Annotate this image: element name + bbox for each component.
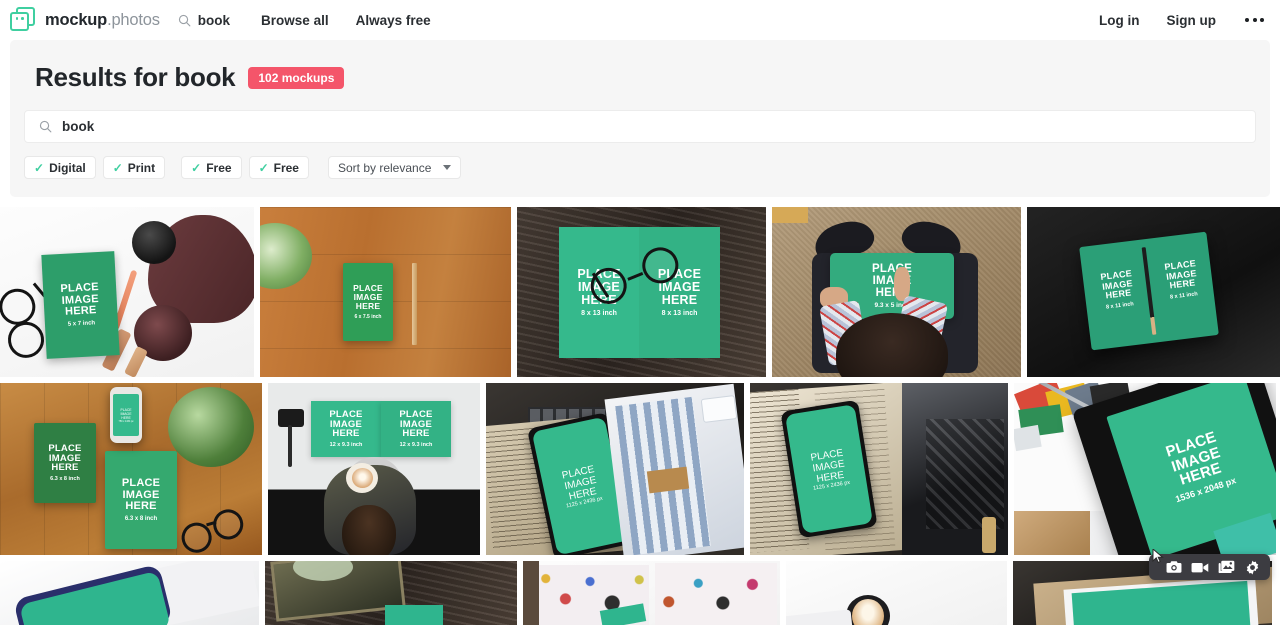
placeholder-dimensions: 8 x 11 inch bbox=[1169, 290, 1199, 301]
filter-chip-label: Free bbox=[206, 160, 232, 175]
mockup-grid-row: PLACE IMAGE HERE 6.3 x 8 inch PLACE IMAG… bbox=[0, 383, 1280, 555]
camera-icon bbox=[1166, 561, 1182, 573]
header-search[interactable]: book bbox=[178, 13, 230, 28]
mockup-phone: PLACE IMAGE HERE 750 x 1334 px bbox=[110, 387, 142, 443]
placeholder-text: PLACE IMAGE HERE bbox=[60, 281, 100, 319]
placeholder-text: PLACE IMAGE HERE bbox=[121, 477, 161, 513]
record-video-button[interactable] bbox=[1189, 557, 1211, 577]
results-count-badge: 102 mockups bbox=[248, 66, 345, 89]
placeholder-dimensions: 8 x 11 inch bbox=[1105, 300, 1135, 311]
filter-chip-label: Digital bbox=[49, 160, 86, 175]
mockup-card-latte-and-tablet[interactable] bbox=[786, 561, 1007, 625]
mockup-placeholder: PLACE IMAGE HERE 8 x 11 inch bbox=[1148, 238, 1215, 322]
filter-chip-free-1[interactable]: ✓ Free bbox=[181, 156, 242, 179]
sort-select-label: Sort by relevance bbox=[337, 160, 432, 175]
placeholder-dimensions: 12 x 9.3 inch bbox=[399, 442, 433, 449]
mockup-grid-row: PLACE IMAGE HERE 5 x 7 inch PLACE IMAGE … bbox=[0, 207, 1280, 377]
mockup-card-terrarium-book[interactable] bbox=[265, 561, 517, 625]
chevron-down-icon bbox=[443, 165, 452, 170]
more-horizontal-icon[interactable] bbox=[1243, 14, 1266, 26]
filter-chip-free-2[interactable]: ✓ Free bbox=[248, 156, 309, 179]
placeholder-text: PLACE IMAGE HERE bbox=[48, 442, 82, 474]
placeholder-dimensions: 8 x 13 inch bbox=[581, 310, 617, 318]
placeholder-text: PLACE IMAGE HERE bbox=[353, 283, 383, 311]
mockup-card-open-book-pencil-dark[interactable]: PLACE IMAGE HERE 8 x 11 inch PLACE IMAGE… bbox=[1027, 207, 1280, 377]
placeholder-dimensions: 6.3 x 8 inch bbox=[124, 515, 158, 522]
mockup-grid-row bbox=[0, 561, 1280, 625]
results-panel: Results for book 102 mockups book ✓ Digi… bbox=[10, 40, 1270, 197]
placeholder-dimensions: 12 x 9.3 inch bbox=[329, 442, 363, 449]
site-header: mockup.photos book Browse all Always fre… bbox=[0, 0, 1280, 40]
filter-chip-print[interactable]: ✓ Print bbox=[102, 156, 166, 179]
search-input[interactable]: book bbox=[24, 110, 1256, 143]
images-icon bbox=[1218, 560, 1234, 574]
mockup-card-child-reading-book-carpet[interactable]: PLACE IMAGE HERE 9.3 x 5 inch bbox=[772, 207, 1021, 377]
nav-link-always-free[interactable]: Always free bbox=[356, 13, 431, 28]
floating-toolbar[interactable] bbox=[1149, 549, 1270, 580]
header-right-actions: Log in Sign up bbox=[1099, 13, 1266, 28]
check-icon: ✓ bbox=[34, 160, 45, 175]
placeholder-dimensions: 5 x 7 inch bbox=[67, 320, 96, 328]
placeholder-text: PLACE IMAGE HERE bbox=[1099, 268, 1134, 301]
check-icon: ✓ bbox=[258, 160, 269, 175]
check-icon: ✓ bbox=[112, 160, 123, 175]
filter-chip-label: Free bbox=[273, 160, 299, 175]
mockup-placeholder: PLACE IMAGE HERE 12 x 9.3 inch bbox=[381, 401, 451, 457]
mockup-grid: PLACE IMAGE HERE 5 x 7 inch PLACE IMAGE … bbox=[0, 207, 1280, 625]
cursor-arrow-icon bbox=[1152, 549, 1164, 563]
filter-bar: ✓ Digital ✓ Print ✓ Free ✓ Free Sort by … bbox=[24, 156, 1256, 179]
placeholder-dimensions: 6 x 7.5 inch bbox=[354, 313, 382, 320]
placeholder-dimensions: 6.3 x 8 inch bbox=[50, 476, 80, 483]
mockup-card-phone-on-open-book-desk[interactable]: PLACE IMAGE HERE 1125 x 2436 px bbox=[486, 383, 744, 555]
mockup-card-phone-on-papers[interactable] bbox=[0, 561, 259, 625]
gear-icon bbox=[1246, 560, 1258, 574]
logo-text: mockup.photos bbox=[45, 11, 160, 30]
screenshot-button[interactable] bbox=[1163, 557, 1185, 577]
placeholder-text: PLACE IMAGE HERE bbox=[120, 407, 132, 420]
logo-text-light: .photos bbox=[107, 10, 160, 29]
mockup-card-tablet-on-open-book[interactable]: PLACE IMAGE HERE 1536 x 2048 px bbox=[1014, 383, 1276, 555]
mockup-placeholder: PLACE IMAGE HERE 6.3 x 8 inch bbox=[34, 423, 96, 503]
logo-frames-icon bbox=[10, 7, 36, 33]
mockup-card-phone-on-book-pages[interactable]: PLACE IMAGE HERE 1125 x 2436 px bbox=[750, 383, 1008, 555]
gallery-button[interactable] bbox=[1215, 557, 1237, 577]
mockup-card-magazine-spread-coffee-overhead[interactable]: PLACE IMAGE HERE 12 x 9.3 inch PLACE IMA… bbox=[268, 383, 480, 555]
nav-link-browse-all[interactable]: Browse all bbox=[261, 13, 329, 28]
filter-chip-digital[interactable]: ✓ Digital bbox=[24, 156, 96, 179]
mockup-card-notebook-wood-plant[interactable]: PLACE IMAGE HERE 6 x 7.5 inch bbox=[260, 207, 511, 377]
placeholder-text: PLACE IMAGE HERE bbox=[399, 408, 433, 440]
placeholder-text: PLACE IMAGE HERE bbox=[1163, 258, 1198, 291]
check-icon: ✓ bbox=[191, 160, 202, 175]
mockup-card-two-books-phone-wood[interactable]: PLACE IMAGE HERE 6.3 x 8 inch PLACE IMAG… bbox=[0, 383, 262, 555]
settings-button[interactable] bbox=[1241, 557, 1263, 577]
mockup-card-open-book-glasses-rustic[interactable]: PLACE IMAGE HERE 8 x 13 inch PLACE IMAGE… bbox=[517, 207, 766, 377]
search-icon bbox=[39, 120, 52, 133]
mockup-placeholder: PLACE IMAGE HERE 6 x 7.5 inch bbox=[343, 263, 393, 341]
mockup-card-notebook-flatlay-beanie[interactable]: PLACE IMAGE HERE 5 x 7 inch bbox=[0, 207, 254, 377]
placeholder-text: PLACE IMAGE HERE bbox=[809, 447, 846, 485]
search-icon bbox=[178, 14, 191, 27]
placeholder-dimensions: 750 x 1334 px bbox=[118, 419, 134, 423]
placeholder-text: PLACE IMAGE HERE bbox=[329, 408, 363, 440]
logo[interactable]: mockup.photos bbox=[10, 7, 160, 33]
logo-text-bold: mockup bbox=[45, 10, 108, 29]
filter-chip-label: Print bbox=[127, 160, 156, 175]
sort-select[interactable]: Sort by relevance bbox=[327, 156, 462, 179]
search-input-value: book bbox=[62, 119, 95, 134]
video-camera-icon bbox=[1191, 562, 1209, 572]
mockup-placeholder: PLACE IMAGE HERE 6.3 x 8 inch bbox=[105, 451, 177, 549]
results-heading-row: Results for book 102 mockups bbox=[35, 62, 1256, 93]
login-link[interactable]: Log in bbox=[1099, 13, 1140, 28]
mockup-placeholder: PLACE IMAGE HERE 5 x 7 inch bbox=[41, 251, 120, 359]
mockup-placeholder: PLACE IMAGE HERE 8 x 11 inch bbox=[1084, 248, 1151, 332]
signup-link[interactable]: Sign up bbox=[1167, 13, 1217, 28]
page-title: Results for book bbox=[35, 62, 236, 92]
primary-nav: Browse all Always free bbox=[261, 13, 431, 28]
mockup-placeholder: PLACE IMAGE HERE 12 x 9.3 inch bbox=[311, 401, 381, 457]
mockup-card-sticker-book-spread[interactable] bbox=[523, 561, 780, 625]
header-search-query: book bbox=[197, 12, 231, 28]
